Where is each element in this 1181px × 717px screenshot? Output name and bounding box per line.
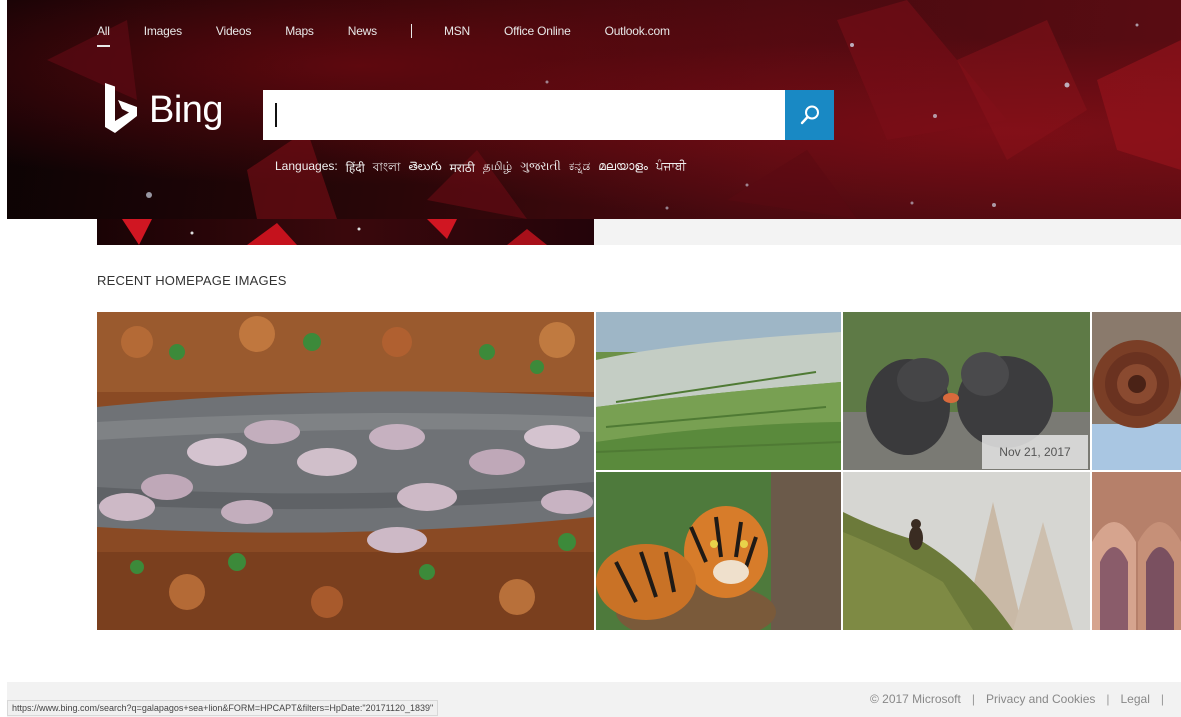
language-punjabi[interactable]: ਪੰਜਾਬੀ	[656, 159, 686, 179]
gallery-image-tiger[interactable]	[596, 472, 841, 630]
nav-maps[interactable]: Maps	[285, 24, 314, 38]
nav-images[interactable]: Images	[144, 24, 182, 38]
footer-divider: |	[1160, 692, 1164, 706]
status-bar-url: https://www.bing.com/search?q=galapagos+…	[7, 700, 439, 716]
language-telugu[interactable]: తెలుగు	[408, 159, 441, 179]
nav-separator	[410, 24, 412, 38]
image-date-badge: Nov 21, 2017	[982, 435, 1088, 469]
footer-divider: |	[971, 692, 975, 706]
legal-link[interactable]: Legal	[1121, 692, 1150, 706]
language-marathi[interactable]: मराठी	[450, 159, 475, 179]
search-input[interactable]	[263, 90, 785, 140]
top-nav: All Images Videos Maps News MSN Office O…	[97, 24, 704, 47]
nav-outlook[interactable]: Outlook.com	[605, 24, 670, 38]
nav-all[interactable]: All	[97, 24, 110, 47]
nav-videos[interactable]: Videos	[216, 24, 251, 38]
section-title: RECENT HOMEPAGE IMAGES	[97, 273, 287, 288]
nav-msn[interactable]: MSN	[444, 24, 470, 38]
text-cursor	[275, 103, 277, 127]
bing-b-icon	[105, 83, 137, 133]
copyright-text: © 2017 Microsoft	[869, 692, 961, 706]
hero-strip-light	[594, 219, 1181, 245]
bing-logo[interactable]: Bing	[103, 83, 224, 137]
gallery-image-arches[interactable]	[1092, 472, 1181, 630]
footer-divider: |	[1106, 692, 1110, 706]
privacy-link[interactable]: Privacy and Cookies	[986, 692, 1095, 706]
search-box	[263, 90, 834, 140]
language-kannada[interactable]: ಕನ್ನಡ	[569, 159, 590, 179]
nav-news[interactable]: News	[348, 24, 377, 38]
footer-links: © 2017 Microsoft | Privacy and Cookies |…	[870, 692, 1175, 706]
search-icon	[800, 105, 819, 125]
gallery-image-terraces[interactable]	[596, 312, 841, 470]
language-bengali[interactable]: বাংলা	[373, 159, 401, 179]
language-tamil[interactable]: தமிழ்	[483, 159, 512, 179]
gallery-image-bird[interactable]	[843, 472, 1090, 630]
search-button[interactable]	[785, 90, 834, 140]
language-bar: Languages: हिंदी বাংলা తెలుగు मराठी தமிழ…	[275, 159, 686, 179]
language-hindi[interactable]: हिंदी	[346, 159, 365, 179]
hero-banner: All Images Videos Maps News MSN Office O…	[7, 0, 1181, 219]
gallery-image-mosaic[interactable]	[1092, 312, 1181, 470]
bing-wordmark: Bing	[149, 88, 224, 131]
language-malayalam[interactable]: മലയാളം	[598, 159, 648, 179]
gallery-image-fungus[interactable]	[97, 312, 594, 630]
nav-office-online[interactable]: Office Online	[504, 24, 571, 38]
language-gujarati[interactable]: ગુજરાતી	[520, 159, 561, 179]
languages-label: Languages:	[275, 159, 338, 173]
hero-image-strip	[97, 219, 594, 245]
